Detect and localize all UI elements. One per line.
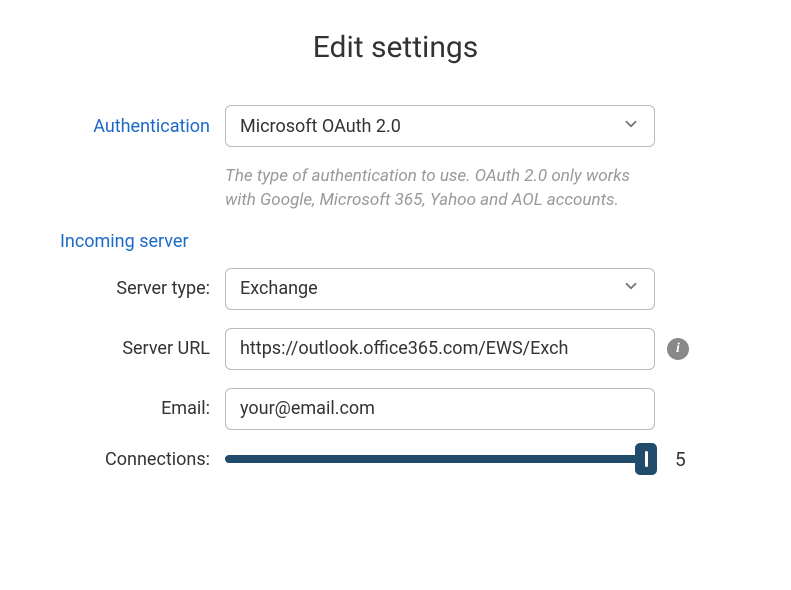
authentication-row: Authentication Microsoft OAuth 2.0 — [60, 105, 731, 147]
email-row: Email: — [60, 388, 731, 430]
authentication-help-text: The type of authentication to use. OAuth… — [225, 165, 655, 213]
authentication-select[interactable]: Microsoft OAuth 2.0 — [225, 105, 655, 147]
connections-slider[interactable] — [225, 453, 655, 465]
chevron-down-icon — [622, 277, 640, 300]
connections-row: Connections: 5 — [60, 448, 731, 471]
connections-value: 5 — [675, 448, 686, 471]
authentication-value: Microsoft OAuth 2.0 — [240, 116, 401, 137]
email-label: Email: — [60, 398, 225, 419]
server-url-label: Server URL — [60, 338, 225, 359]
server-url-input-wrap[interactable] — [225, 328, 655, 370]
server-type-row: Server type: Exchange — [60, 268, 731, 310]
email-input-wrap[interactable] — [225, 388, 655, 430]
server-type-value: Exchange — [240, 278, 318, 299]
authentication-label: Authentication — [60, 116, 225, 137]
server-url-input[interactable] — [240, 338, 640, 359]
connections-label: Connections: — [60, 449, 225, 470]
server-type-select[interactable]: Exchange — [225, 268, 655, 310]
chevron-down-icon — [622, 115, 640, 138]
slider-track[interactable] — [225, 453, 655, 465]
server-url-row: Server URL i — [60, 328, 731, 370]
server-type-label: Server type: — [60, 278, 225, 299]
slider-thumb[interactable] — [635, 443, 657, 475]
page-title: Edit settings — [60, 30, 731, 65]
email-input[interactable] — [240, 398, 640, 419]
slider-fill — [225, 455, 655, 463]
authentication-help-row: The type of authentication to use. OAuth… — [60, 165, 731, 213]
info-icon[interactable]: i — [667, 338, 689, 360]
incoming-server-header: Incoming server — [60, 231, 731, 252]
